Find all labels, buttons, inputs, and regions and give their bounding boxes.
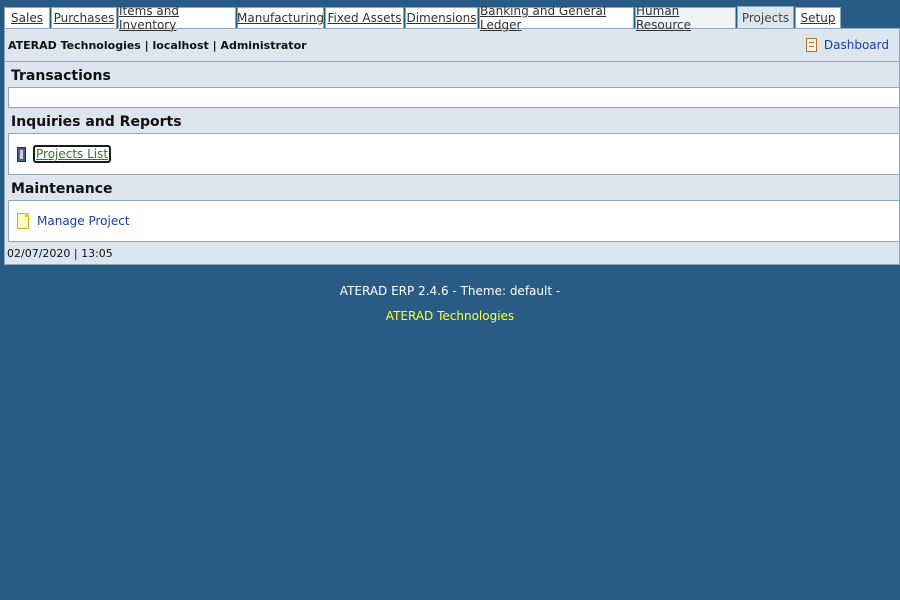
inquiries-heading: Inquiries and Reports [11, 114, 182, 130]
tab-purchases[interactable]: Purchases [51, 7, 117, 28]
transactions-box [8, 87, 899, 108]
projects-list-label: Projects List [33, 145, 112, 163]
report-icon [17, 146, 26, 162]
tab-items-and-inventory[interactable]: Items and Inventory [118, 4, 236, 32]
tab-label: Items and Inventory [119, 4, 179, 32]
status-footer: 02/07/2020 | 13:05 [5, 242, 899, 264]
tab-label: Setup [800, 11, 836, 25]
tab-fixed-assets[interactable]: Fixed Assets [325, 7, 404, 28]
tab-human-resource[interactable]: Human Resource [635, 4, 736, 32]
tab-label: Fixed Assets [327, 11, 402, 25]
vendor-link[interactable]: ATERAD Technologies [0, 309, 900, 323]
app-window: Sales Purchases Items and Inventory Manu… [4, 4, 900, 265]
tab-label: Human Resource [636, 4, 692, 32]
manage-project-link[interactable]: Manage Project [17, 213, 130, 229]
tab-projects[interactable]: Projects [737, 6, 794, 28]
app-version: ATERAD ERP 2.4.6 - Theme: default - [339, 284, 561, 298]
dashboard-link[interactable]: Dashboard [805, 38, 889, 52]
maintenance-heading: Maintenance [11, 181, 113, 197]
tab-setup[interactable]: Setup [795, 7, 841, 28]
header-bar: ATERAD Technologies | localhost | Admini… [5, 29, 899, 62]
company-info: ATERAD Technologies | localhost | Admini… [8, 38, 307, 52]
main-panel: ATERAD Technologies | localhost | Admini… [4, 28, 900, 265]
tab-label: Manufacturing [237, 11, 324, 25]
report-icon [805, 38, 817, 52]
tab-dimensions[interactable]: Dimensions [405, 7, 478, 28]
inquiries-box: Projects List [8, 133, 899, 175]
manage-project-label: Manage Project [37, 214, 130, 228]
tab-label: Purchases [53, 11, 115, 25]
tab-sales[interactable]: Sales [4, 7, 50, 28]
tab-label: Dimensions [406, 11, 477, 25]
tab-label: Sales [11, 11, 43, 25]
dashboard-label: Dashboard [823, 38, 889, 52]
tab-label: Banking and General Ledger [480, 4, 607, 32]
date-time: 02/07/2020 | 13:05 [7, 246, 113, 260]
tab-manufacturing[interactable]: Manufacturing [237, 7, 324, 28]
maintenance-box: Manage Project [8, 200, 899, 242]
tab-label: Projects [741, 10, 790, 25]
projects-list-link[interactable]: Projects List [17, 145, 112, 163]
transactions-heading: Transactions [11, 68, 111, 84]
document-icon [17, 213, 29, 229]
module-tabbar: Sales Purchases Items and Inventory Manu… [4, 4, 900, 32]
tab-banking-and-general-ledger[interactable]: Banking and General Ledger [479, 4, 634, 32]
